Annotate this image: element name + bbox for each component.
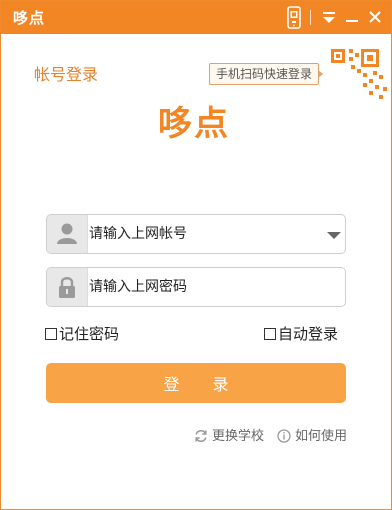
auto-login-checkbox[interactable]: 自动登录 [264, 325, 338, 343]
phone-icon[interactable] [282, 1, 306, 34]
info-icon [277, 429, 291, 443]
remember-password-label: 记住密码 [59, 325, 120, 343]
chevron-down-icon[interactable] [327, 227, 341, 241]
account-login-label: 帐号登录 [34, 65, 99, 84]
qr-login-tip[interactable]: 手机扫码快速登录 [209, 63, 324, 85]
account-field[interactable] [46, 214, 346, 254]
checkbox-box[interactable] [45, 328, 57, 340]
titlebar-separator [310, 10, 311, 25]
app-title: 哆点 [13, 9, 46, 27]
close-icon[interactable] [363, 1, 387, 34]
login-window: 哆点 帐号登录 手机扫码快速登录 哆点 请输入上网帐号 记住密码 自动登录 登 … [0, 0, 392, 510]
account-input[interactable] [89, 215, 299, 253]
login-button[interactable]: 登 录 [46, 363, 346, 403]
change-school-link[interactable]: 更换学校 [194, 429, 264, 445]
lock-icon [47, 268, 88, 306]
title-bar: 哆点 [1, 1, 391, 34]
password-input[interactable] [89, 268, 299, 306]
auto-login-label: 自动登录 [278, 325, 339, 343]
app-logo: 哆点 [158, 104, 230, 144]
how-to-use-link[interactable]: 如何使用 [277, 429, 347, 445]
refresh-icon [195, 430, 207, 442]
change-school-label: 更换学校 [212, 429, 265, 444]
qr-code-icon[interactable] [317, 35, 391, 109]
user-icon [47, 215, 88, 253]
dropdown-menu-icon[interactable] [317, 1, 341, 34]
checkbox-box[interactable] [264, 328, 276, 340]
password-field[interactable] [46, 267, 346, 307]
remember-password-checkbox[interactable]: 记住密码 [45, 325, 119, 343]
how-to-use-label: 如何使用 [295, 429, 348, 444]
minimize-icon[interactable] [340, 1, 364, 34]
